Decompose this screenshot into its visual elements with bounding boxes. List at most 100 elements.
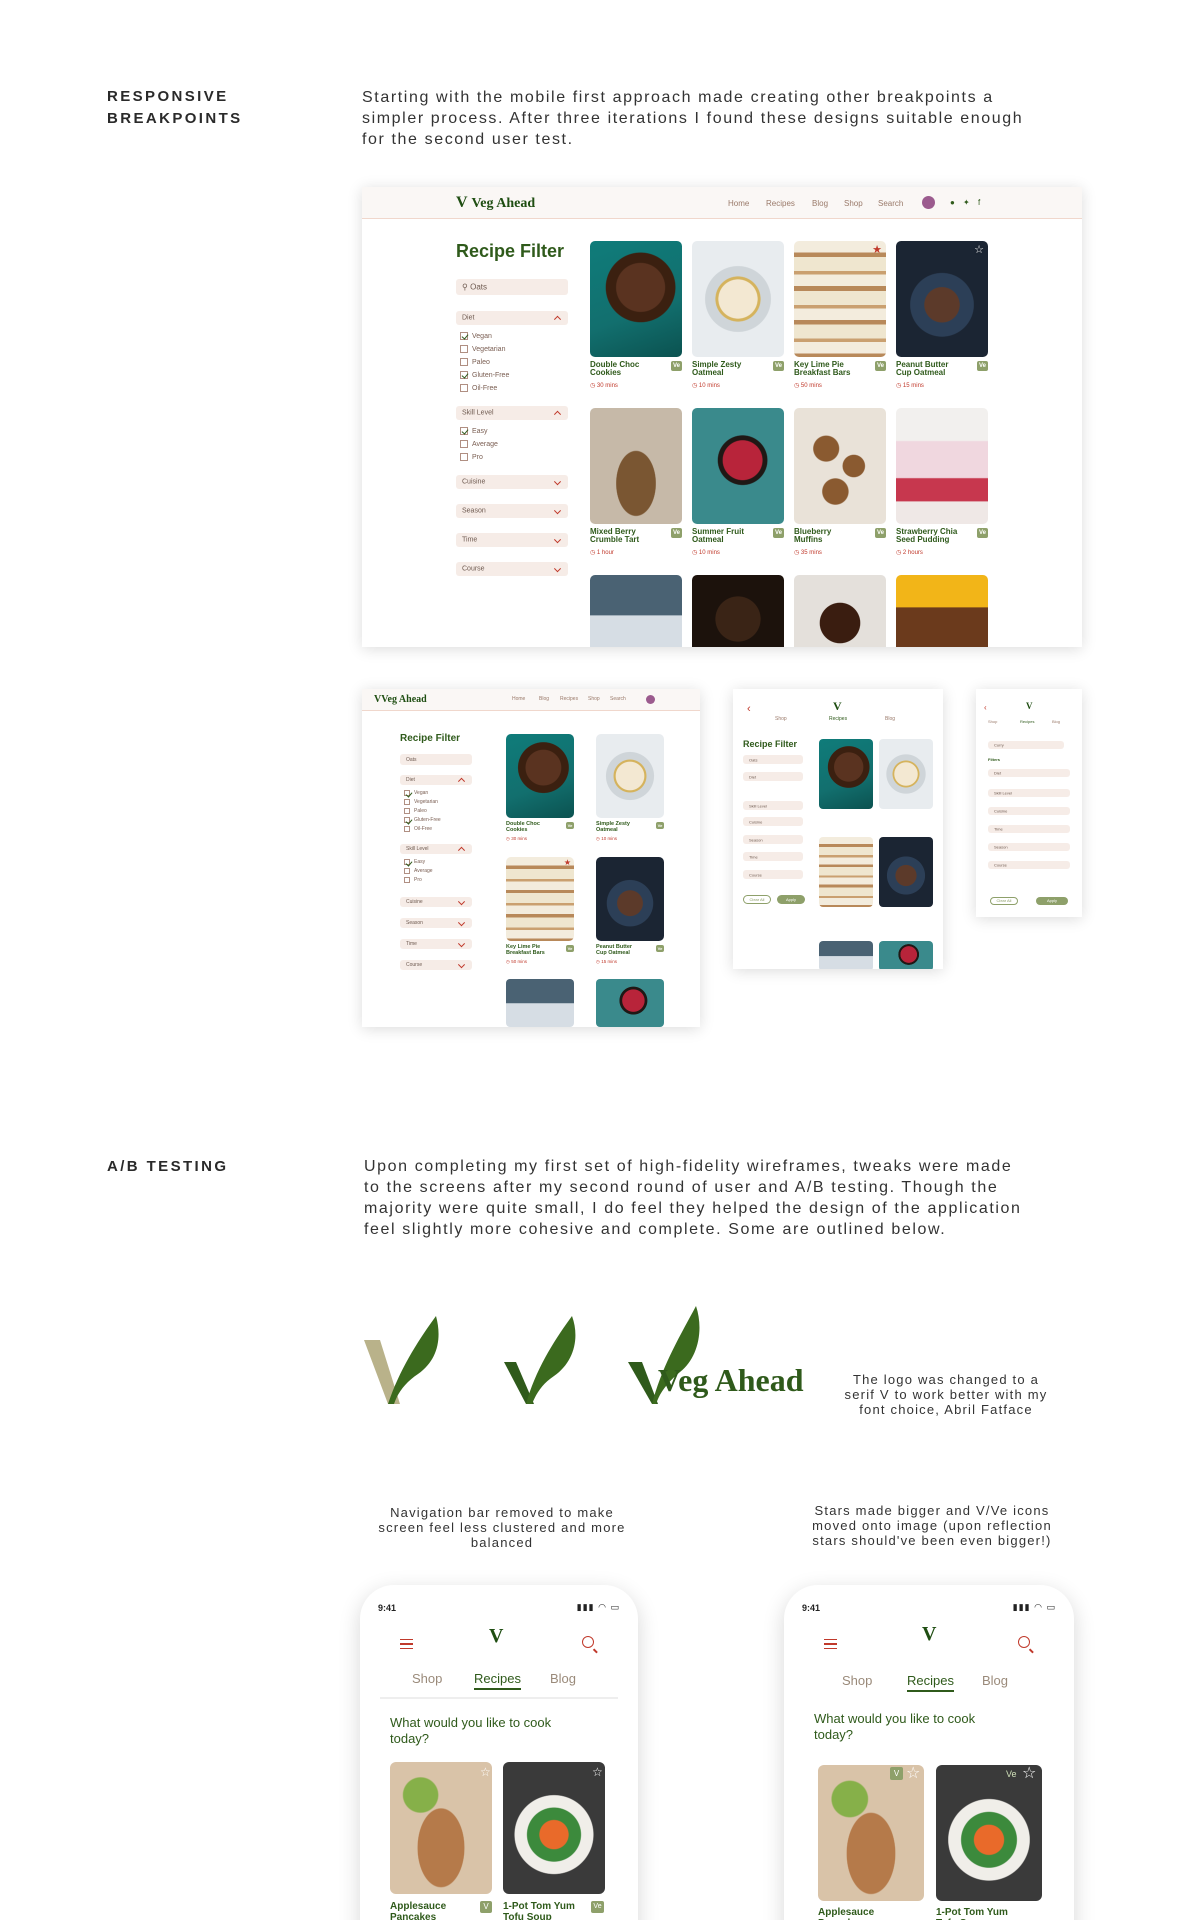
search-input[interactable]: Oats xyxy=(743,755,803,764)
search-input[interactable]: ⚲ Oats xyxy=(456,279,568,295)
diet-toggle[interactable]: Diet xyxy=(456,311,568,325)
clear-all-button[interactable]: Clear All xyxy=(743,895,771,904)
apply-button[interactable]: Apply xyxy=(1036,897,1068,905)
diet-vegan[interactable]: Vegan xyxy=(404,790,428,796)
diet-toggle[interactable]: Diet xyxy=(400,775,472,785)
recipe-image[interactable] xyxy=(506,979,574,1027)
recipe-image[interactable] xyxy=(794,575,886,647)
diet-paleo[interactable]: Paleo xyxy=(404,808,427,814)
desktop-nav-search[interactable]: Search xyxy=(878,199,903,208)
recipe-card[interactable]: ☆ Peanut Butter Cup Oatmeal ◷ 15 mins Ve xyxy=(896,241,988,391)
cuisine-dropdown[interactable]: Cuisine xyxy=(743,817,803,826)
time-dropdown[interactable]: Time xyxy=(743,852,803,861)
tablet-nav-blog[interactable]: Blog xyxy=(539,696,549,702)
skill-easy[interactable]: Easy xyxy=(404,859,425,865)
recipe-image[interactable] xyxy=(818,1765,924,1901)
cuisine-dropdown[interactable]: Cuisine xyxy=(988,807,1070,815)
tablet-logo[interactable]: VVeg Ahead xyxy=(374,694,427,705)
skill-toggle[interactable]: Skill Level xyxy=(456,406,568,420)
time-dropdown[interactable]: Time xyxy=(988,825,1070,833)
desktop-nav-recipes[interactable]: Recipes xyxy=(766,199,795,208)
social-icons[interactable]: ● ✦ f xyxy=(950,198,983,207)
tablet-nav-search[interactable]: Search xyxy=(610,696,626,702)
diet-toggle[interactable]: Diet xyxy=(988,769,1070,777)
star-filled-icon[interactable]: ★ xyxy=(564,858,571,867)
recipe-card[interactable]: Strawberry Chia Seed Pudding ◷ 2 hours Ve xyxy=(896,408,988,558)
skill-toggle[interactable]: Skill Level xyxy=(743,801,803,810)
avatar[interactable] xyxy=(646,695,655,704)
recipe-card[interactable]: ★ Key Lime Pie Breakfast Bars ◷ 50 mins V… xyxy=(794,241,886,391)
recipe-card[interactable]: Mixed Berry Crumble Tart ◷ 1 hour Ve xyxy=(590,408,682,558)
skill-average[interactable]: Average xyxy=(404,868,433,874)
menu-icon[interactable] xyxy=(400,1639,413,1649)
tab-blog[interactable]: Blog xyxy=(885,716,895,722)
recipe-card[interactable]: ★ Key Lime Pie Breakfast Bars ◷ 50 mins V… xyxy=(506,857,574,967)
course-dropdown[interactable]: Course xyxy=(400,960,472,970)
diet-toggle[interactable]: Diet xyxy=(743,772,803,781)
recipe-image[interactable] xyxy=(879,837,933,907)
tab-shop[interactable]: Shop xyxy=(775,716,787,722)
recipe-card[interactable]: Simple Zesty Oatmeal ◷ 10 mins Ve xyxy=(596,734,664,844)
star-icon[interactable]: ☆ xyxy=(906,1763,920,1783)
cuisine-dropdown[interactable]: Cuisine xyxy=(456,475,568,489)
recipe-image[interactable] xyxy=(936,1765,1042,1901)
diet-gluten-free[interactable]: Gluten-Free xyxy=(460,371,509,379)
star-filled-icon[interactable]: ★ xyxy=(872,243,882,256)
season-dropdown[interactable]: Season xyxy=(456,504,568,518)
tab-blog[interactable]: Blog xyxy=(982,1673,1008,1688)
season-dropdown[interactable]: Season xyxy=(400,918,472,928)
tab-recipes[interactable]: Recipes xyxy=(829,716,847,722)
back-chevron-icon[interactable]: ‹ xyxy=(984,703,987,712)
recipe-card[interactable]: Double Choc Cookies ◷ 30 mins Ve xyxy=(590,241,682,391)
star-icon[interactable]: ☆ xyxy=(974,243,984,256)
skill-toggle[interactable]: Skill Level xyxy=(988,789,1070,797)
skill-pro[interactable]: Pro xyxy=(404,877,422,883)
recipe-card[interactable]: Blueberry Muffins ◷ 35 mins Ve xyxy=(794,408,886,558)
recipe-card[interactable]: Summer Fruit Oatmeal ◷ 10 mins Ve xyxy=(692,408,784,558)
time-dropdown[interactable]: Time xyxy=(400,939,472,949)
clear-all-button[interactable]: Clear All xyxy=(990,897,1018,905)
search-input[interactable]: Curry xyxy=(988,741,1064,749)
skill-easy[interactable]: Easy xyxy=(460,427,488,435)
tab-shop[interactable]: Shop xyxy=(988,719,997,724)
diet-oil-free[interactable]: Oil-Free xyxy=(404,826,432,832)
leaf-v-icon[interactable]: V xyxy=(922,1623,936,1646)
desktop-nav-home[interactable]: Home xyxy=(728,199,749,208)
apply-button[interactable]: Apply xyxy=(777,895,805,904)
recipe-image[interactable] xyxy=(596,979,664,1027)
recipe-image[interactable] xyxy=(503,1762,605,1894)
desktop-nav-shop[interactable]: Shop xyxy=(844,199,863,208)
recipe-image[interactable] xyxy=(590,575,682,647)
diet-gluten-free[interactable]: Gluten-Free xyxy=(404,817,441,823)
tab-recipes[interactable]: Recipes xyxy=(907,1673,954,1692)
star-icon[interactable]: ☆ xyxy=(480,1765,491,1779)
diet-vegan[interactable]: Vegan xyxy=(460,332,492,340)
recipe-card[interactable]: Peanut Butter Cup Oatmeal ◷ 15 mins Ve xyxy=(596,857,664,967)
cuisine-dropdown[interactable]: Cuisine xyxy=(400,897,472,907)
diet-oil-free[interactable]: Oil-Free xyxy=(460,384,497,392)
course-dropdown[interactable]: Course xyxy=(988,861,1070,869)
tab-blog[interactable]: Blog xyxy=(550,1671,576,1686)
diet-paleo[interactable]: Paleo xyxy=(460,358,490,366)
back-chevron-icon[interactable]: ‹ xyxy=(747,703,751,715)
season-dropdown[interactable]: Season xyxy=(743,835,803,844)
tab-shop[interactable]: Shop xyxy=(842,1673,872,1688)
recipe-image[interactable] xyxy=(692,575,784,647)
diet-vegetarian[interactable]: Vegetarian xyxy=(404,799,438,805)
recipe-image[interactable] xyxy=(390,1762,492,1894)
tab-recipes[interactable]: Recipes xyxy=(474,1671,521,1690)
recipe-image[interactable] xyxy=(896,575,988,647)
course-dropdown[interactable]: Course xyxy=(456,562,568,576)
tab-shop[interactable]: Shop xyxy=(412,1671,442,1686)
diet-vegetarian[interactable]: Vegetarian xyxy=(460,345,505,353)
recipe-image[interactable] xyxy=(819,837,873,907)
menu-icon[interactable] xyxy=(824,1639,837,1649)
tablet-nav-recipes[interactable]: Recipes xyxy=(560,696,578,702)
skill-toggle[interactable]: Skill Level xyxy=(400,844,472,854)
desktop-nav-blog[interactable]: Blog xyxy=(812,199,828,208)
leaf-v-icon[interactable]: V xyxy=(489,1625,503,1648)
tab-recipes[interactable]: Recipes xyxy=(1020,719,1034,724)
recipe-image[interactable] xyxy=(879,941,933,969)
tab-blog[interactable]: Blog xyxy=(1052,719,1060,724)
star-icon[interactable]: ☆ xyxy=(592,1765,603,1779)
